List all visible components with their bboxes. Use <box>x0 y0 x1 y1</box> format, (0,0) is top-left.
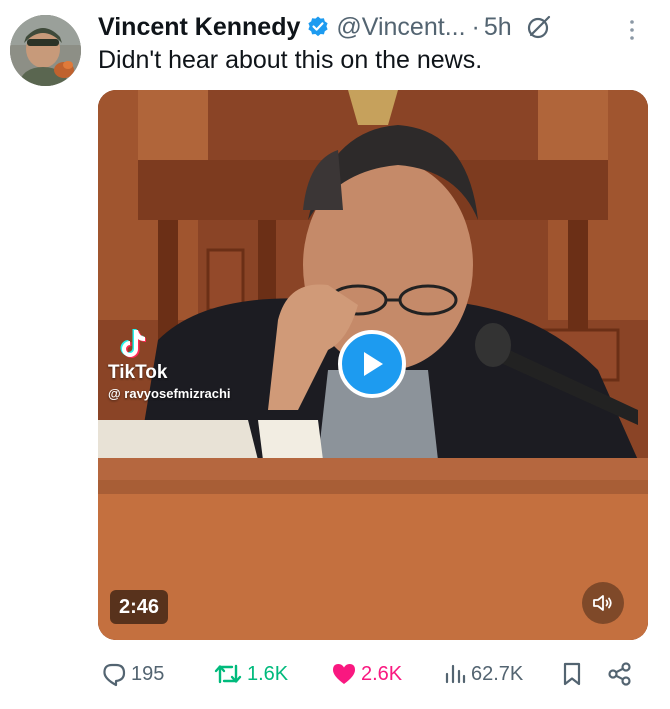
timestamp[interactable]: 5h <box>484 13 512 42</box>
views-button[interactable]: 62.7K <box>443 652 523 696</box>
views-count: 62.7K <box>471 662 524 685</box>
video-player[interactable]: TikTok @ ravyosefmizrachi 2:46 <box>98 90 648 640</box>
views-chart-icon <box>445 664 466 684</box>
play-button[interactable] <box>338 330 406 398</box>
user-handle[interactable]: @Vincent... <box>336 13 465 42</box>
video-duration: 2:46 <box>110 590 169 624</box>
bookmark-icon <box>563 662 581 686</box>
tweet[interactable]: Vincent Kennedy @Vincent... · 5h Didn't … <box>0 0 670 709</box>
action-bar: 195 1.6K 2.6K 62.7K <box>0 652 670 696</box>
play-icon <box>364 352 383 376</box>
repost-icon <box>214 664 242 684</box>
tiktok-brand: TikTok <box>108 362 168 383</box>
more-options-icon[interactable] <box>622 14 642 44</box>
reply-count: 195 <box>131 662 165 685</box>
reply-icon <box>103 663 126 687</box>
like-count: 2.6K <box>361 662 403 685</box>
tweet-header: Vincent Kennedy @Vincent... · 5h <box>98 10 552 44</box>
reply-button[interactable]: 195 <box>101 652 164 696</box>
volume-icon <box>593 595 612 611</box>
display-name[interactable]: Vincent Kennedy <box>98 13 300 42</box>
tiktok-username: @ ravyosefmizrachi <box>108 386 231 401</box>
repost-count: 1.6K <box>247 662 289 685</box>
tiktok-watermark: TikTok @ ravyosefmizrachi <box>108 328 231 401</box>
share-button[interactable] <box>607 652 633 696</box>
verified-badge-icon <box>306 15 330 39</box>
bookmark-button[interactable] <box>560 652 584 696</box>
avatar[interactable] <box>10 15 81 86</box>
repost-button[interactable]: 1.6K <box>213 652 288 696</box>
tiktok-logo-icon <box>120 329 146 358</box>
like-button[interactable]: 2.6K <box>331 652 402 696</box>
volume-button[interactable] <box>582 582 624 624</box>
heart-icon <box>333 664 355 684</box>
tweet-text: Didn't hear about this on the news. <box>98 46 483 74</box>
grok-icon[interactable] <box>526 14 552 40</box>
separator-dot: · <box>471 12 480 41</box>
share-icon <box>608 662 631 686</box>
